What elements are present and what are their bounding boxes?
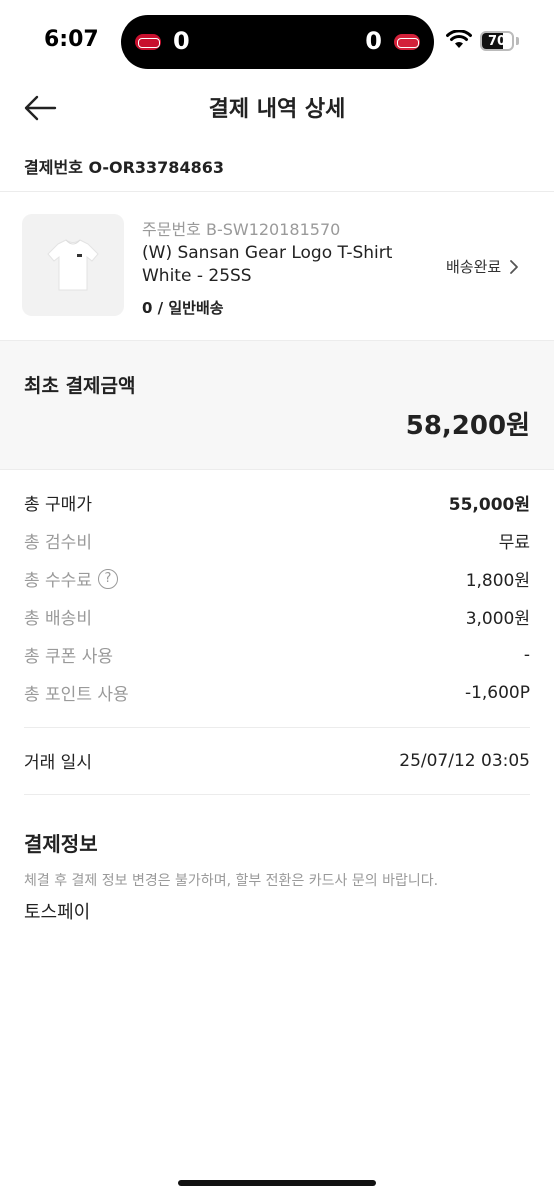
delivery-status-label: 배송완료 bbox=[446, 258, 502, 276]
row-transaction-date: 거래 일시 25/07/12 03:05 bbox=[24, 748, 530, 774]
row-label: 총 배송비 bbox=[24, 609, 92, 629]
row-commission: 총 수수료 ? 1,800원 bbox=[24, 566, 530, 591]
row-points: 총 포인트 사용 -1,600P bbox=[24, 680, 530, 706]
summary-amount: 58,200원 bbox=[405, 411, 530, 441]
chevron-right-icon bbox=[510, 259, 519, 274]
row-value: - bbox=[523, 644, 530, 665]
battery-percentage: 70 bbox=[487, 34, 507, 49]
battery-icon: 70 bbox=[480, 31, 514, 51]
battery-cap bbox=[516, 37, 519, 45]
row-label: 거래 일시 bbox=[24, 753, 92, 773]
row-label: 총 쿠폰 사용 bbox=[24, 647, 114, 667]
row-coupon: 총 쿠폰 사용 - bbox=[24, 642, 530, 668]
divider bbox=[24, 794, 530, 795]
row-value: 1,800원 bbox=[465, 571, 530, 591]
score-right: 0 bbox=[365, 27, 382, 55]
divider bbox=[0, 191, 554, 192]
row-value: 3,000원 bbox=[465, 609, 530, 629]
status-bar: 6:07 0 0 70 bbox=[0, 0, 554, 84]
tshirt-icon bbox=[47, 239, 99, 291]
initial-payment-summary: 최초 결제금액 58,200원 bbox=[0, 340, 554, 470]
product-name[interactable]: (W) Sansan Gear Logo T-Shirt White - 25S… bbox=[142, 242, 412, 288]
status-time: 6:07 bbox=[44, 27, 99, 52]
row-shipping-fee: 총 배송비 3,000원 bbox=[24, 604, 530, 629]
payment-method: 토스페이 bbox=[24, 902, 91, 923]
dynamic-island-live-activity[interactable]: 0 0 bbox=[121, 15, 434, 69]
delivery-status-link[interactable]: 배송완료 bbox=[446, 256, 519, 277]
order-number: 주문번호 B-SW120181570 bbox=[142, 220, 341, 239]
wifi-icon bbox=[446, 30, 472, 48]
team-logo-icon bbox=[394, 34, 420, 50]
row-value: 25/07/12 03:05 bbox=[399, 750, 530, 771]
row-value: 55,000원 bbox=[448, 495, 530, 515]
summary-label: 최초 결제금액 bbox=[24, 375, 136, 397]
team-logo-icon bbox=[135, 34, 161, 50]
row-total-purchase: 총 구매가 55,000원 bbox=[24, 490, 530, 515]
home-indicator[interactable] bbox=[178, 1180, 376, 1186]
row-label: 총 수수료 bbox=[24, 571, 92, 591]
divider bbox=[24, 727, 530, 728]
row-value: 무료 bbox=[498, 533, 530, 553]
row-label: 총 구매가 bbox=[24, 495, 92, 515]
product-option: 0 / 일반배송 bbox=[142, 299, 224, 317]
question-circle-icon[interactable]: ? bbox=[97, 568, 118, 589]
row-value: -1,600P bbox=[464, 682, 530, 703]
page-title: 결제 내역 상세 bbox=[208, 97, 346, 122]
payment-info-note: 체결 후 결제 정보 변경은 불가하며, 할부 전환은 카드사 문의 바랍니다. bbox=[24, 873, 439, 889]
product-thumbnail[interactable] bbox=[22, 214, 124, 316]
payment-number: 결제번호 O-OR33784863 bbox=[24, 158, 224, 177]
payment-info-title: 결제정보 bbox=[24, 832, 98, 856]
row-label: 총 검수비 bbox=[24, 533, 92, 553]
row-label: 총 포인트 사용 bbox=[24, 685, 129, 705]
row-inspection-fee: 총 검수비 무료 bbox=[24, 528, 530, 553]
row-label-wrap: 총 수수료 ? bbox=[24, 566, 118, 591]
score-left: 0 bbox=[173, 27, 190, 55]
